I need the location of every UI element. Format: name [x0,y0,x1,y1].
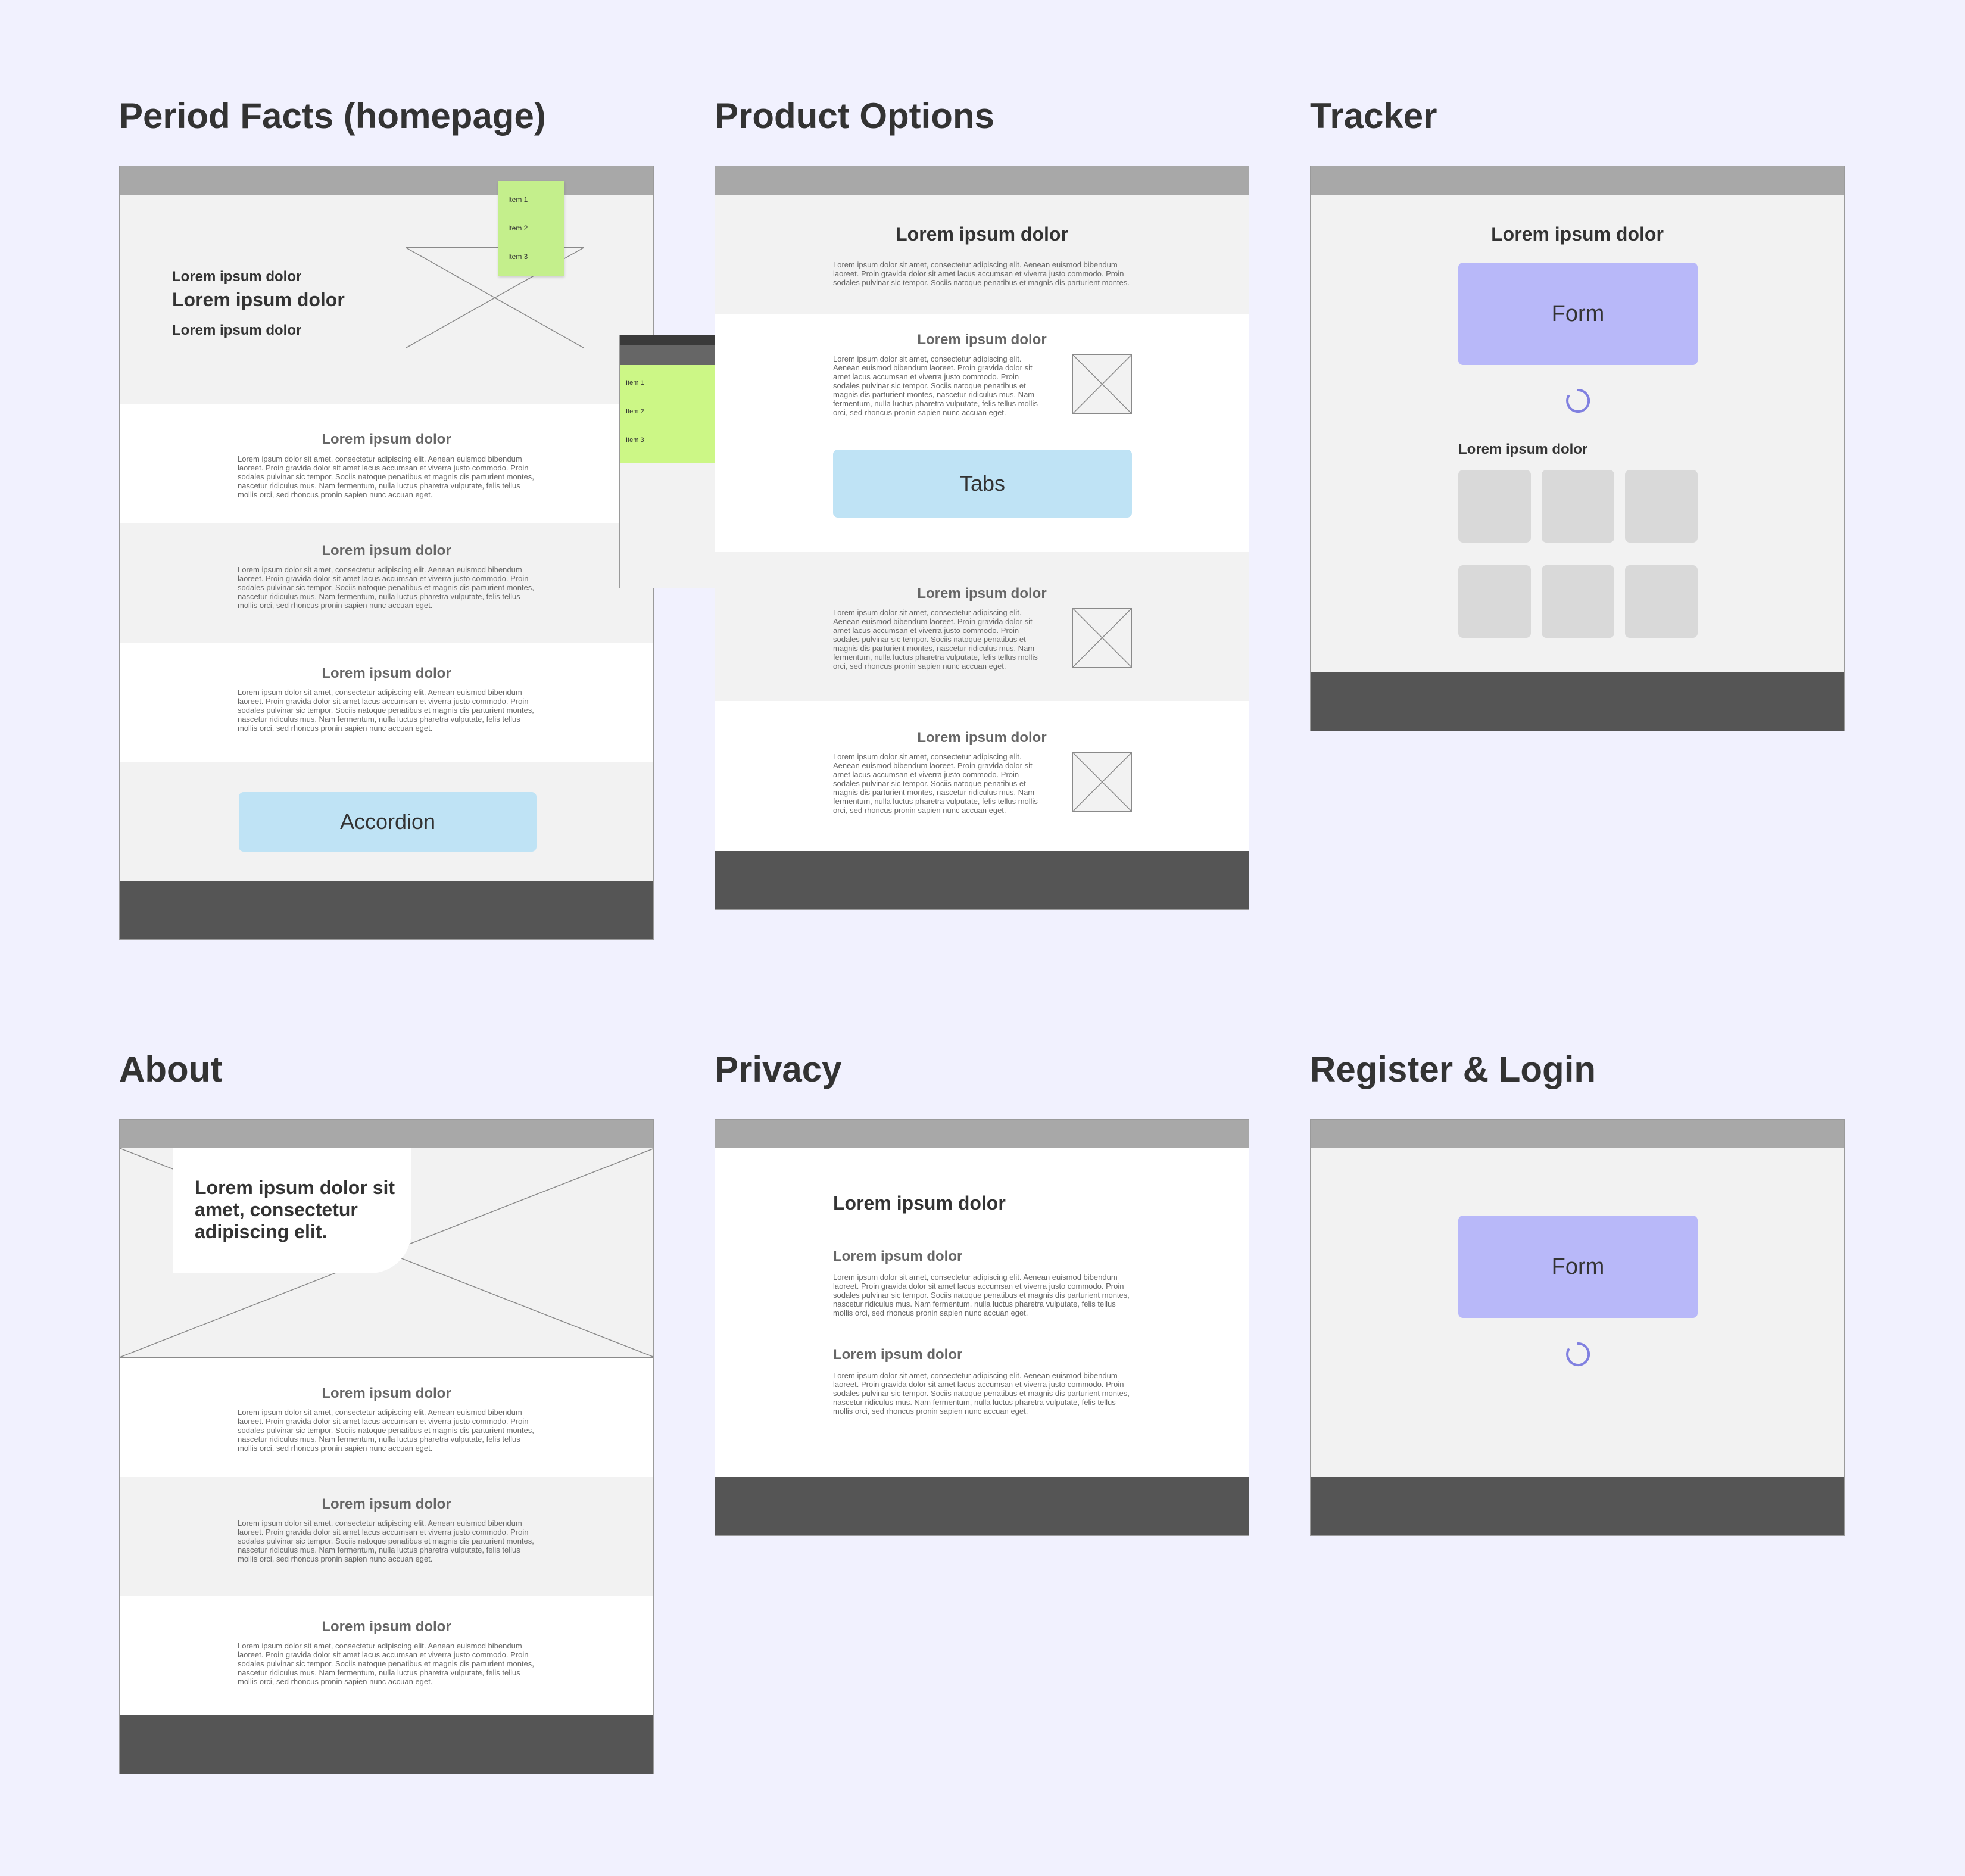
form-component[interactable]: Form [1458,263,1698,365]
loading-spinner-icon [1566,388,1590,413]
product-image-placeholder [1072,752,1132,812]
section: Lorem ipsum dolor Lorem ipsum dolor sit … [120,1596,653,1715]
privacy-frame: Lorem ipsum dolor Lorem ipsum dolor Lore… [715,1119,1249,1536]
section-body: Lorem ipsum dolor sit amet, consectetur … [238,688,534,733]
accordion-component[interactable]: Accordion [239,792,537,852]
tracker-tile[interactable] [1625,565,1698,638]
hero-line-1: Lorem ipsum dolor [172,269,302,285]
tracker-tile[interactable] [1625,470,1698,543]
section: Lorem ipsum dolor Lorem ipsum dolor sit … [120,404,653,523]
about-frame: Lorem ipsum dolor sit amet, consectetur … [119,1119,654,1774]
intro-section: Lorem ipsum dolor Lorem ipsum dolor sit … [715,195,1249,314]
dropdown-menu: Item 1 Item 2 Item 3 [498,181,564,276]
product-options-frame: Lorem ipsum dolor Lorem ipsum dolor sit … [715,166,1249,910]
footer [120,1715,653,1774]
tracker-tile[interactable] [1458,470,1531,543]
footer [1311,672,1844,731]
section-heading: Lorem ipsum dolor [833,1248,963,1264]
tracker-tile[interactable] [1542,565,1614,638]
privacy-title: Privacy [715,1049,842,1089]
nav-bar [120,1120,653,1148]
section-heading: Lorem ipsum dolor [917,332,1047,348]
section-heading: Lorem ipsum dolor [322,665,451,681]
product-options-title: Product Options [715,96,994,136]
section-heading: Lorem ipsum dolor [322,1385,451,1401]
section-body: Lorem ipsum dolor sit amet, consectetur … [833,354,1038,417]
section-body: Lorem ipsum dolor sit amet, consectetur … [833,752,1038,815]
mobile-menu-item[interactable]: Item 2 [626,408,644,415]
section-body: Lorem ipsum dolor sit amet, consectetur … [238,1519,534,1563]
section-heading: Lorem ipsum dolor [322,1496,451,1512]
privacy-heading: Lorem ipsum dolor [833,1192,1006,1214]
hero: Lorem ipsum dolor Lorem ipsum dolor Lore… [120,195,653,404]
product-section: Lorem ipsum dolor Lorem ipsum dolor sit … [715,552,1249,701]
tracker-tile[interactable] [1458,565,1531,638]
tracker-frame: Lorem ipsum dolor Form Lorem ipsum dolor [1310,166,1845,731]
mobile-menu-item[interactable]: Item 1 [626,379,644,387]
section-body: Lorem ipsum dolor sit amet, consectetur … [238,565,534,610]
nav-bar [1311,166,1844,195]
tracker-heading: Lorem ipsum dolor [1491,223,1664,245]
dropdown-item[interactable]: Item 1 [508,195,528,204]
intro-heading: Lorem ipsum dolor [896,223,1068,245]
section-heading: Lorem ipsum dolor [917,585,1047,602]
tracker-title: Tracker [1310,96,1437,136]
section-body: Lorem ipsum dolor sit amet, consectetur … [238,1641,534,1686]
section: Lorem ipsum dolor Lorem ipsum dolor sit … [120,1358,653,1477]
footer [120,881,653,939]
nav-bar [1311,1120,1844,1148]
tabs-component[interactable]: Tabs [833,450,1132,518]
section-body: Lorem ipsum dolor sit amet, consectetur … [833,1273,1130,1317]
section: Lorem ipsum dolor Lorem ipsum dolor sit … [120,1477,653,1596]
footer [715,1477,1249,1535]
section: Lorem ipsum dolor Lorem ipsum dolor sit … [120,643,653,762]
nav-bar [715,166,1249,195]
form-component[interactable]: Form [1458,1216,1698,1318]
loading-spinner-icon [1566,1342,1590,1366]
dropdown-item[interactable]: Item 3 [508,253,528,261]
about-hero-callout: Lorem ipsum dolor sit amet, consectetur … [173,1148,411,1273]
about-title: About [119,1049,223,1089]
product-section: Lorem ipsum dolor Lorem ipsum dolor sit … [715,314,1249,552]
section-body: Lorem ipsum dolor sit amet, consectetur … [833,1371,1130,1416]
footer [715,851,1249,909]
intro-body: Lorem ipsum dolor sit amet, consectetur … [833,260,1130,287]
section-body: Lorem ipsum dolor sit amet, consectetur … [238,454,534,499]
tracker-tile[interactable] [1542,470,1614,543]
product-image-placeholder [1072,354,1132,414]
product-image-placeholder [1072,608,1132,668]
hero-line-3: Lorem ipsum dolor [172,322,302,338]
section-heading: Lorem ipsum dolor [833,1347,963,1363]
section-body: Lorem ipsum dolor sit amet, consectetur … [238,1408,534,1453]
section-heading: Lorem ipsum dolor [322,1619,451,1635]
product-section: Lorem ipsum dolor Lorem ipsum dolor sit … [715,701,1249,851]
homepage-title: Period Facts (homepage) [119,96,546,136]
section-heading: Lorem ipsum dolor [322,431,451,447]
section-heading: Lorem ipsum dolor [917,730,1047,746]
register-login-frame: Form [1310,1119,1845,1536]
nav-bar [715,1120,1249,1148]
dropdown-item[interactable]: Item 2 [508,224,528,232]
section-body: Lorem ipsum dolor sit amet, consectetur … [833,608,1038,671]
footer [1311,1477,1844,1535]
hero-line-2: Lorem ipsum dolor [172,289,345,310]
section: Lorem ipsum dolor Lorem ipsum dolor sit … [120,523,653,643]
mobile-menu-item[interactable]: Item 3 [626,437,644,444]
tracker-subheading: Lorem ipsum dolor [1458,441,1588,457]
about-hero-text: Lorem ipsum dolor sit amet, consectetur … [195,1177,395,1242]
nav-bar [120,166,653,195]
register-login-title: Register & Login [1310,1049,1596,1089]
section-heading: Lorem ipsum dolor [322,543,451,559]
homepage-frame: Lorem ipsum dolor Lorem ipsum dolor Lore… [119,166,654,940]
